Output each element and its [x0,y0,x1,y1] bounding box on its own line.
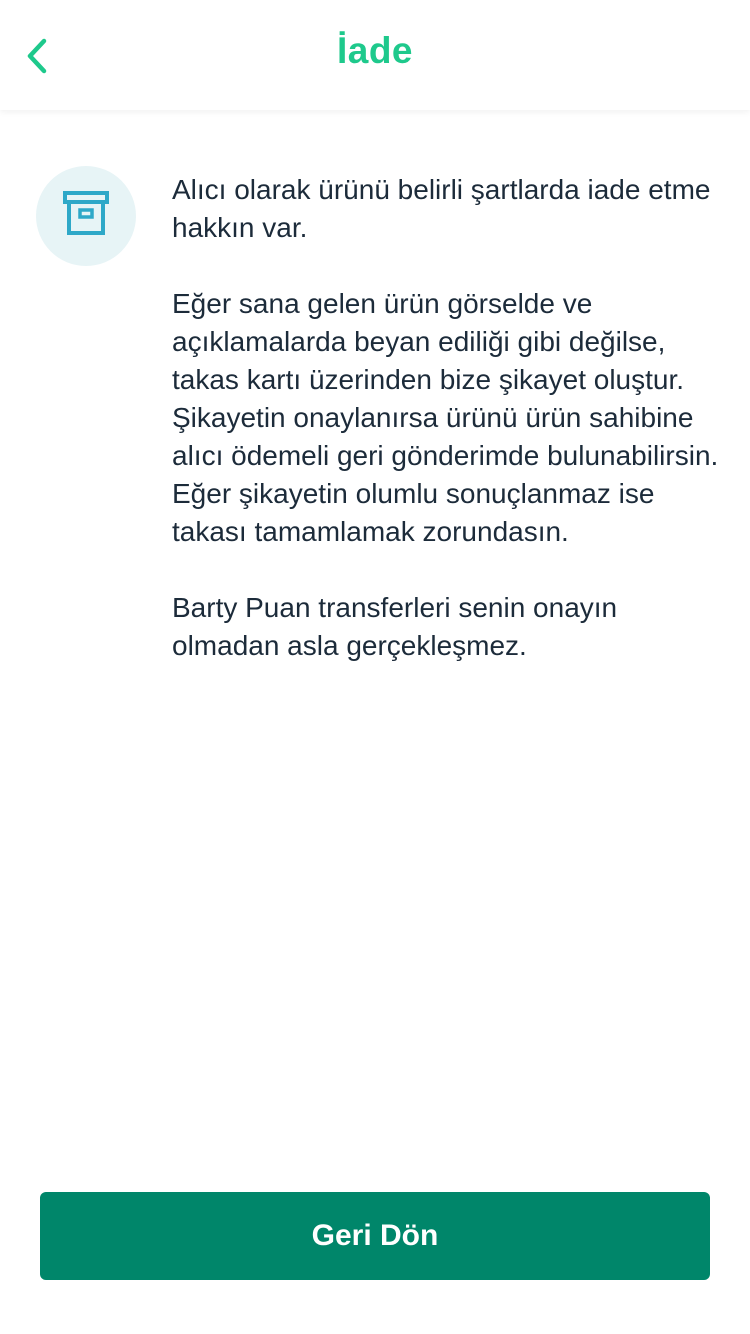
return-info-text: Alıcı olarak ürünü belirli şartlarda iad… [172,171,720,703]
info-paragraph: Eğer sana gelen ürün görselde ve açıklam… [172,288,719,547]
archive-box-icon [61,189,111,244]
top-bar: İade [0,0,750,110]
info-icon-badge [36,166,136,266]
info-paragraph: Alıcı olarak ürünü belirli şartlarda iad… [172,174,711,243]
page-title: İade [336,30,414,71]
info-paragraph: Barty Puan transferleri senin onayın olm… [172,592,618,661]
go-back-button[interactable]: Geri Dön [40,1192,710,1280]
